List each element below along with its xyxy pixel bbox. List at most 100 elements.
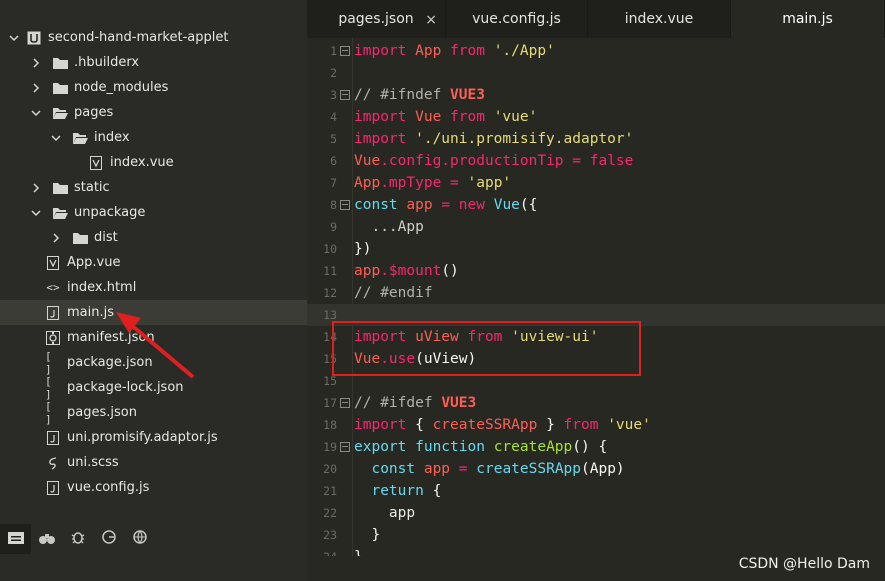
fold-icon[interactable] xyxy=(340,442,350,452)
code-line[interactable]: 2 xyxy=(307,62,885,84)
tree-item-index-vue[interactable]: index.vue xyxy=(0,150,307,175)
js-file-icon xyxy=(45,305,61,321)
code-line[interactable]: 5 import './uni.promisify.adaptor' xyxy=(307,128,885,150)
code-token: .$mount xyxy=(380,263,442,279)
code-line[interactable]: 19 export function createApp() { xyxy=(307,436,885,458)
search-binoculars-button[interactable] xyxy=(31,524,62,554)
tree-item-package-lock-json[interactable]: [ ] package-lock.json xyxy=(0,374,307,401)
json-file-icon: [ ] xyxy=(45,374,52,401)
html-file-icon: <> xyxy=(46,281,60,294)
code-token: { xyxy=(415,417,433,433)
browser-button[interactable] xyxy=(124,524,155,554)
tree-root[interactable]: second-hand-market-applet xyxy=(0,25,307,50)
folder-open-icon xyxy=(52,105,68,121)
tree-item-label: uni.promisify.adaptor.js xyxy=(67,430,218,445)
code-token: from xyxy=(441,43,494,59)
tree-item-pages-json[interactable]: [ ] pages.json xyxy=(0,400,307,426)
code-line[interactable]: 18 import { createSSRApp } from 'vue' xyxy=(307,414,885,436)
code-line[interactable]: 10 }) xyxy=(307,238,885,260)
code-token: .config.productionTip xyxy=(380,153,564,169)
code-line[interactable]: 22 app xyxy=(307,502,885,524)
chevron-down-icon[interactable] xyxy=(30,107,42,119)
source-control-button[interactable] xyxy=(93,524,124,554)
tree-item-uni-scss[interactable]: uni.scss xyxy=(0,450,307,475)
folder-icon xyxy=(52,80,68,96)
line-number: 8 xyxy=(330,198,337,212)
fold-icon[interactable] xyxy=(340,46,350,56)
tree-item-index-html[interactable]: <> index.html xyxy=(0,275,307,300)
tree-item-main-js[interactable]: main.js xyxy=(0,300,307,325)
code-line[interactable]: 4 import Vue from 'vue' xyxy=(307,106,885,128)
code-token: = xyxy=(441,175,468,191)
fold-icon[interactable] xyxy=(340,398,350,408)
code-token: App xyxy=(354,175,381,191)
tree-item-unpackage[interactable]: unpackage xyxy=(0,200,307,225)
tree-item-uni-promisify[interactable]: uni.promisify.adaptor.js xyxy=(0,425,307,450)
tree-item-pages[interactable]: pages xyxy=(0,100,307,125)
code-token: from xyxy=(563,417,608,433)
folder-open-icon xyxy=(72,130,88,146)
tree-item-index-folder[interactable]: index xyxy=(0,125,307,150)
code-token: .mpType xyxy=(380,175,442,191)
code-line[interactable]: 21 return { xyxy=(307,480,885,502)
code-line[interactable]: 17 // #ifdef VUE3 xyxy=(307,392,885,414)
code-line[interactable]: 6 Vue.config.productionTip = false xyxy=(307,150,885,172)
annotation-highlight-box xyxy=(332,321,641,376)
tree-item-node-modules[interactable]: node_modules xyxy=(0,75,307,100)
bug-icon xyxy=(70,529,86,549)
tree-item-static[interactable]: static xyxy=(0,175,307,200)
fold-icon[interactable] xyxy=(340,200,350,210)
fold-icon[interactable] xyxy=(340,90,350,100)
chevron-down-icon[interactable] xyxy=(50,132,62,144)
tree-item-label: index xyxy=(94,130,130,145)
line-number: 3 xyxy=(330,88,337,102)
chevron-down-icon[interactable] xyxy=(30,207,42,219)
tab-label: main.js xyxy=(782,11,833,27)
folder-icon xyxy=(52,180,68,196)
tree-item-label: pages.json xyxy=(67,405,137,420)
close-icon[interactable]: × xyxy=(425,12,437,28)
tree-item-package-json[interactable]: [ ] package.json xyxy=(0,350,307,376)
explorer-button[interactable] xyxy=(0,524,31,554)
code-line[interactable]: 12 // #endif xyxy=(307,282,885,304)
chevron-right-icon[interactable] xyxy=(30,182,42,194)
tab-vue-config-js[interactable]: vue.config.js xyxy=(446,0,588,38)
chevron-down-icon[interactable] xyxy=(8,32,20,44)
code-line[interactable]: 9 ...App xyxy=(307,216,885,238)
code-token: = xyxy=(450,461,477,477)
tree-item-hbuilderx[interactable]: .hbuilderx xyxy=(0,50,307,75)
chevron-right-icon[interactable] xyxy=(30,57,42,69)
code-line[interactable]: 7 App.mpType = 'app' xyxy=(307,172,885,194)
chevron-right-icon[interactable] xyxy=(50,232,62,244)
explorer-icon xyxy=(7,530,25,549)
code-token: App xyxy=(415,43,442,59)
code-token: = xyxy=(563,153,590,169)
code-line[interactable]: 8 const app = new Vue({ xyxy=(307,194,885,216)
code-line[interactable]: 23 } xyxy=(307,524,885,546)
tree-item-dist[interactable]: dist xyxy=(0,225,307,250)
tree-item-label: package-lock.json xyxy=(67,380,184,395)
tab-main-js[interactable]: main.js xyxy=(731,0,885,38)
code-line[interactable]: 11 app.$mount() xyxy=(307,260,885,282)
code-line[interactable]: 1 import App from './App' xyxy=(307,40,885,62)
code-token: () { xyxy=(572,439,608,455)
tab-pages-json[interactable]: pages.json × xyxy=(307,0,446,38)
folder-open-icon xyxy=(52,205,68,221)
code-token: // #endif xyxy=(354,285,433,301)
code-token: import xyxy=(354,109,416,125)
sidebar-toolbar xyxy=(0,524,307,554)
code-editor[interactable]: pages.json × vue.config.js index.vue mai… xyxy=(307,0,885,581)
tree-item-manifest-json[interactable]: manifest.json xyxy=(0,325,307,350)
code-line[interactable]: 20 const app = createSSRApp(App) xyxy=(307,458,885,480)
tree-item-app-vue[interactable]: App.vue xyxy=(0,250,307,275)
folder-icon xyxy=(52,55,68,71)
tab-index-vue[interactable]: index.vue xyxy=(588,0,731,38)
chevron-right-icon[interactable] xyxy=(30,82,42,94)
debug-button[interactable] xyxy=(62,524,93,554)
code-token: import xyxy=(354,43,416,59)
code-token: () xyxy=(441,263,459,279)
tree-item-vue-config-js[interactable]: vue.config.js xyxy=(0,475,307,500)
code-token: (App) xyxy=(581,461,625,477)
code-line[interactable]: 3 // #ifndef VUE3 xyxy=(307,84,885,106)
tab-bar: pages.json × vue.config.js index.vue mai… xyxy=(307,0,885,38)
